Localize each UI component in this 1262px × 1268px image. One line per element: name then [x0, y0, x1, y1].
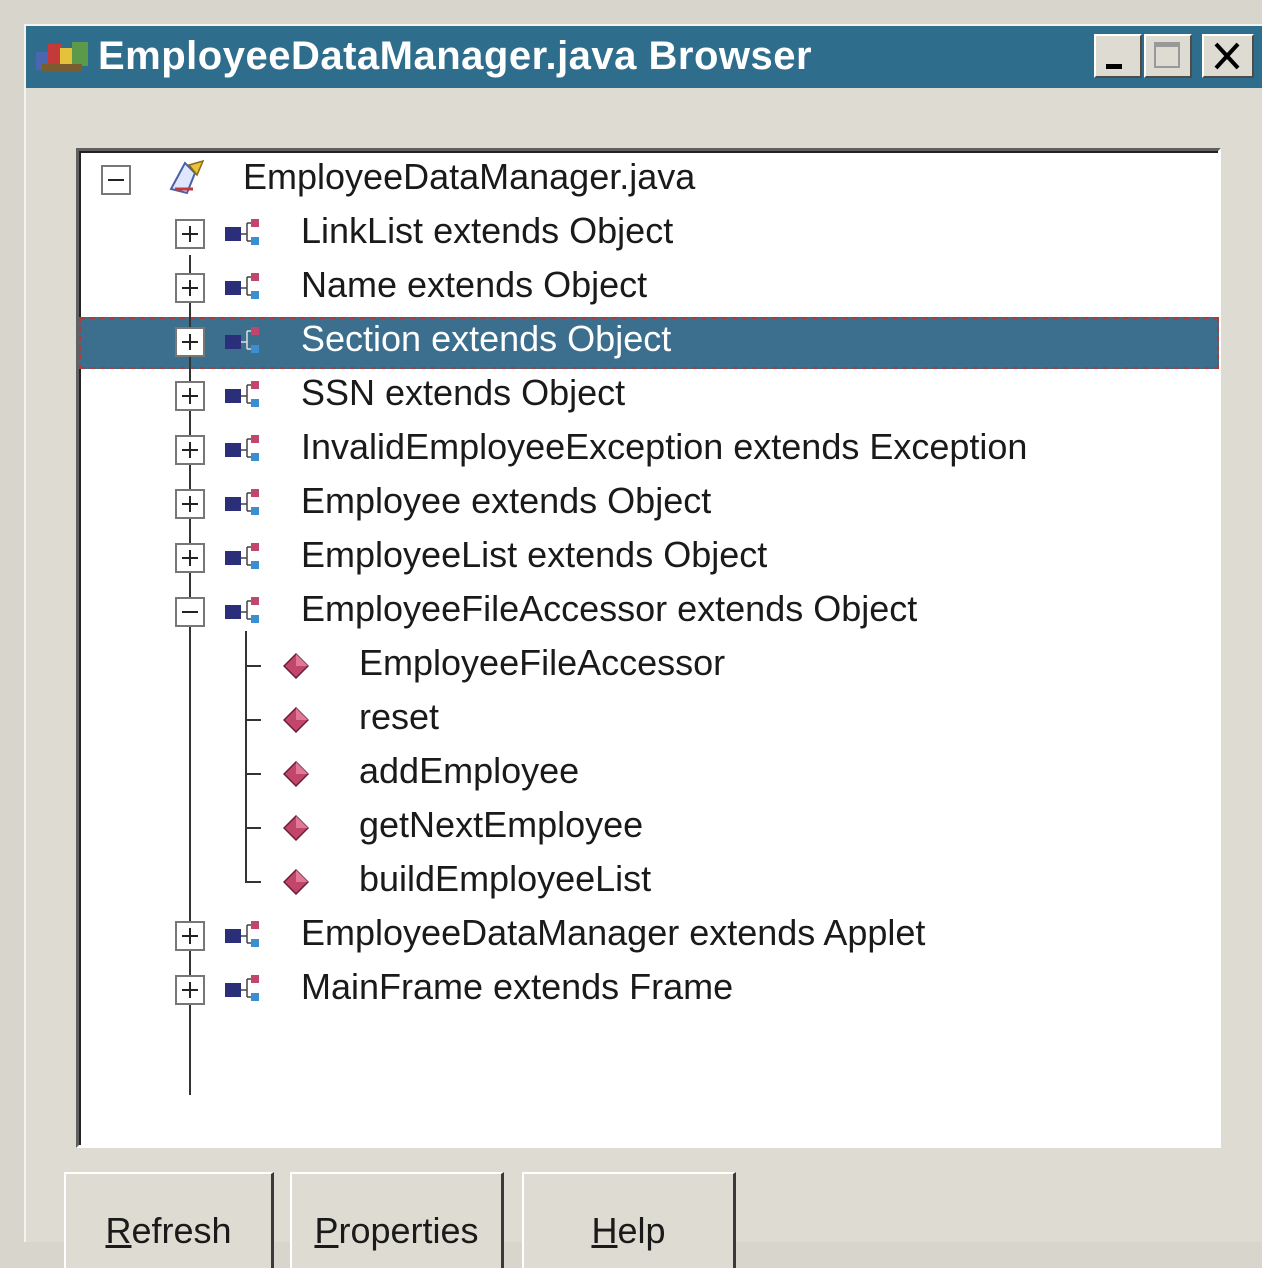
tree-class-node[interactable]: EmployeeList extends Object [79, 531, 1179, 583]
refresh-button[interactable]: Refresh [64, 1172, 274, 1268]
expand-button[interactable] [175, 327, 205, 357]
method-icon [283, 707, 309, 733]
title-bar[interactable]: EmployeeDataManager.java Browser [26, 26, 1262, 88]
plus-box-icon [182, 550, 198, 566]
plus-box-icon [182, 442, 198, 458]
help-button[interactable]: Help [522, 1172, 736, 1268]
class-icon [225, 327, 259, 353]
class-icon [225, 597, 259, 623]
browser-window: EmployeeDataManager.java Browser Employe… [24, 24, 1262, 1268]
properties-mnemonic: P [314, 1210, 339, 1251]
method-label: getNextEmployee [359, 804, 644, 845]
expand-button[interactable] [175, 975, 205, 1005]
properties-label: roperties [338, 1210, 479, 1251]
tree-class-node[interactable]: InvalidEmployeeException extends Excepti… [79, 423, 1179, 475]
class-label: EmployeeList extends Object [301, 534, 768, 575]
tree-class-node[interactable]: SSN extends Object [79, 369, 1179, 421]
method-label: reset [359, 696, 440, 737]
expand-button[interactable] [175, 273, 205, 303]
class-icon [225, 381, 259, 407]
java-source-file-icon [169, 159, 205, 195]
collapse-root-button[interactable] [101, 165, 131, 195]
close-button[interactable] [1202, 34, 1254, 78]
method-label: buildEmployeeList [359, 858, 652, 899]
class-icon [225, 543, 259, 569]
tree-class-node-selected[interactable]: Section extends Object [79, 315, 1179, 367]
tree-class-node[interactable]: Name extends Object [79, 261, 1179, 313]
tree-method-node[interactable]: reset [79, 693, 1179, 745]
java-file-browser-icon [36, 42, 88, 72]
class-label: EmployeeDataManager extends Applet [301, 912, 926, 953]
expand-button[interactable] [175, 921, 205, 951]
plus-box-icon [182, 388, 198, 404]
class-icon [225, 921, 259, 947]
method-icon [283, 815, 309, 841]
class-label: SSN extends Object [301, 372, 626, 413]
class-label: InvalidEmployeeException extends Excepti… [301, 426, 1028, 467]
class-icon [225, 273, 259, 299]
tree-class-node-expanded[interactable]: EmployeeFileAccessor extends Object [79, 585, 1179, 637]
properties-button[interactable]: Properties [290, 1172, 504, 1268]
expand-button[interactable] [175, 381, 205, 411]
class-tree-view[interactable]: EmployeeDataManager.java LinkList extend… [76, 148, 1221, 1148]
tree-root-label: EmployeeDataManager.java [243, 156, 696, 197]
class-icon [225, 435, 259, 461]
refresh-label: efresh [131, 1210, 232, 1251]
minimize-button[interactable] [1094, 34, 1142, 78]
class-label: Name extends Object [301, 264, 648, 305]
tree-method-node[interactable]: getNextEmployee [79, 801, 1179, 853]
expand-button[interactable] [175, 543, 205, 573]
plus-box-icon [182, 928, 198, 944]
class-label: MainFrame extends Frame [301, 966, 734, 1007]
refresh-mnemonic: R [105, 1210, 132, 1251]
plus-box-icon [182, 334, 198, 350]
method-icon [283, 653, 309, 679]
maximize-icon [1154, 42, 1180, 68]
tree-class-node[interactable]: LinkList extends Object [79, 207, 1179, 259]
method-label: EmployeeFileAccessor [359, 642, 726, 683]
tree-method-node[interactable]: buildEmployeeList [79, 855, 1179, 907]
minus-box-icon [182, 611, 198, 613]
plus-box-icon [182, 982, 198, 998]
class-label: LinkList extends Object [301, 210, 674, 251]
plus-box-icon [182, 226, 198, 242]
tree-class-node[interactable]: EmployeeDataManager extends Applet [79, 909, 1179, 961]
tree-class-node[interactable]: Employee extends Object [79, 477, 1179, 529]
class-label: Employee extends Object [301, 480, 712, 521]
method-icon [283, 869, 309, 895]
class-icon [225, 219, 259, 245]
expand-button[interactable] [175, 219, 205, 249]
minimize-icon [1106, 64, 1122, 69]
plus-box-icon [182, 280, 198, 296]
window-title: EmployeeDataManager.java Browser [98, 34, 813, 78]
tree-root-node[interactable]: EmployeeDataManager.java [79, 153, 1179, 205]
collapse-button[interactable] [175, 597, 205, 627]
class-label: Section extends Object [301, 318, 672, 359]
minus-box-icon [108, 179, 124, 181]
close-icon [1214, 42, 1240, 70]
class-icon [225, 489, 259, 515]
expand-button[interactable] [175, 435, 205, 465]
help-mnemonic: H [591, 1210, 618, 1251]
help-label: elp [617, 1210, 666, 1251]
tree-method-node[interactable]: addEmployee [79, 747, 1179, 799]
plus-box-icon [182, 496, 198, 512]
tree-method-node[interactable]: EmployeeFileAccessor [79, 639, 1179, 691]
class-label: EmployeeFileAccessor extends Object [301, 588, 918, 629]
method-label: addEmployee [359, 750, 580, 791]
tree-class-node[interactable]: MainFrame extends Frame [79, 963, 1179, 1015]
expand-button[interactable] [175, 489, 205, 519]
class-icon [225, 975, 259, 1001]
method-icon [283, 761, 309, 787]
maximize-button[interactable] [1144, 34, 1192, 78]
